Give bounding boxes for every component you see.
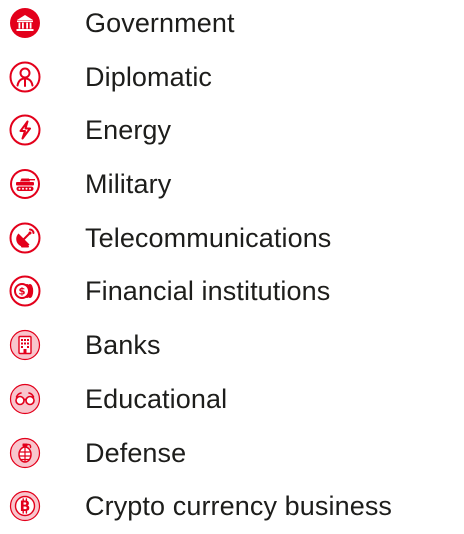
sector-label: Telecommunications [85,223,332,253]
bank-building-icon [9,329,41,361]
sector-label: Government [85,8,235,38]
sector-label: Military [85,169,172,199]
sector-label: Banks [85,330,161,360]
sector-item-diplomatic: Diplomatic [0,56,464,100]
sector-item-government: Government [0,2,464,46]
sector-item-educational: Educational [0,378,464,422]
svg-text:$: $ [19,287,26,298]
sector-item-defense: Defense [0,432,464,476]
sector-label: Educational [85,384,228,414]
sector-item-military: Military [0,163,464,207]
sector-label: Defense [85,438,187,468]
svg-text:B: B [20,499,31,515]
sector-label: Diplomatic [85,62,213,92]
government-building-icon [9,7,41,39]
industry-sector-list: Government Diplomatic Energy Military Te… [0,0,464,534]
sector-label: Energy [85,115,172,145]
sector-item-telecommunications: Telecommunications [0,217,464,261]
sector-item-financial-institutions: $ Financial institutions [0,270,464,314]
sector-item-crypto-currency-business: B Crypto currency business [0,485,464,529]
satellite-dish-icon [9,222,41,254]
bitcoin-icon: B [9,490,41,522]
sector-item-banks: Banks [0,324,464,368]
sector-label: Crypto currency business [85,491,393,521]
coins-icon: $ [9,275,41,307]
lightning-bolt-icon [9,114,41,146]
grenade-icon [9,437,41,469]
person-icon [9,61,41,93]
tank-icon [9,168,41,200]
glasses-icon [9,383,41,415]
sector-item-energy: Energy [0,109,464,153]
sector-label: Financial institutions [85,276,331,306]
